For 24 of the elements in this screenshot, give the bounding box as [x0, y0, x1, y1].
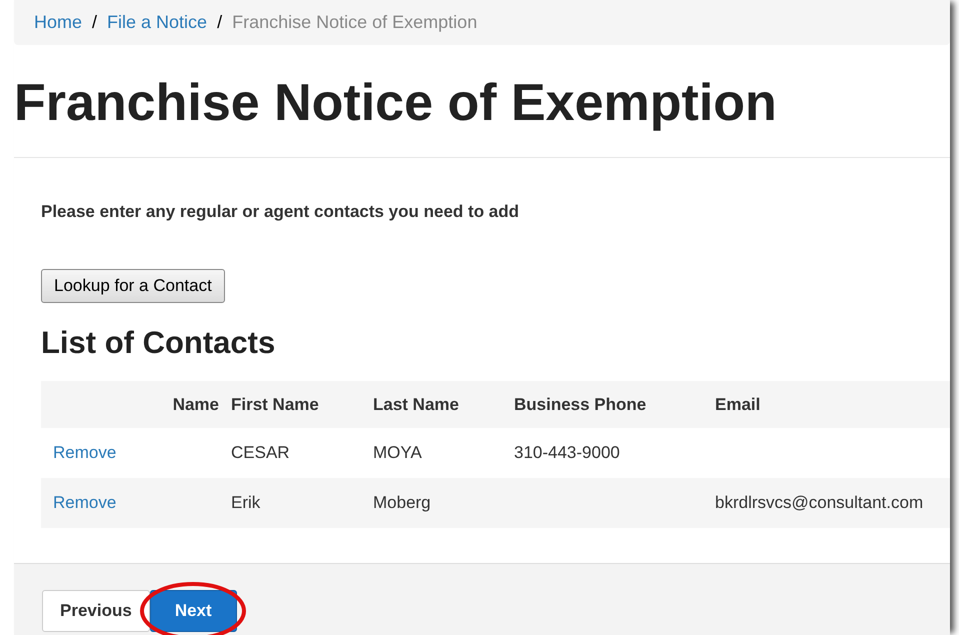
- table-cell: 310-443-9000: [514, 443, 620, 462]
- section-heading: List of Contacts: [41, 325, 276, 361]
- column-header: Last Name: [373, 394, 459, 414]
- remove-link[interactable]: Remove: [53, 443, 116, 462]
- instructions-text: Please enter any regular or agent contacts you need to add: [41, 202, 520, 222]
- table-cell: Moberg: [373, 493, 431, 512]
- table-cell: Erik: [231, 493, 260, 512]
- table-cell: MOYA: [373, 443, 422, 462]
- column-header: Business Phone: [514, 394, 646, 414]
- breadcrumb-separator: /: [217, 12, 222, 33]
- table-cell: CESAR: [231, 443, 290, 462]
- breadcrumb-link[interactable]: File a Notice: [107, 12, 208, 33]
- breadcrumb-current: Franchise Notice of Exemption: [232, 12, 478, 33]
- remove-link[interactable]: Remove: [53, 493, 116, 512]
- next-button[interactable]: Next: [150, 590, 237, 632]
- page-title: Franchise Notice of Exemption: [14, 73, 950, 158]
- table-cell: bkrdlrsvcs@consultant.com: [715, 493, 924, 512]
- lookup-contact-button[interactable]: Lookup for a Contact: [41, 269, 225, 303]
- breadcrumb-link[interactable]: Home: [34, 12, 82, 33]
- column-header: First Name: [231, 394, 319, 414]
- breadcrumb-separator: /: [92, 12, 98, 33]
- column-header: Name: [172, 394, 219, 414]
- column-header: Email: [715, 394, 760, 414]
- previous-button[interactable]: Previous: [42, 590, 150, 632]
